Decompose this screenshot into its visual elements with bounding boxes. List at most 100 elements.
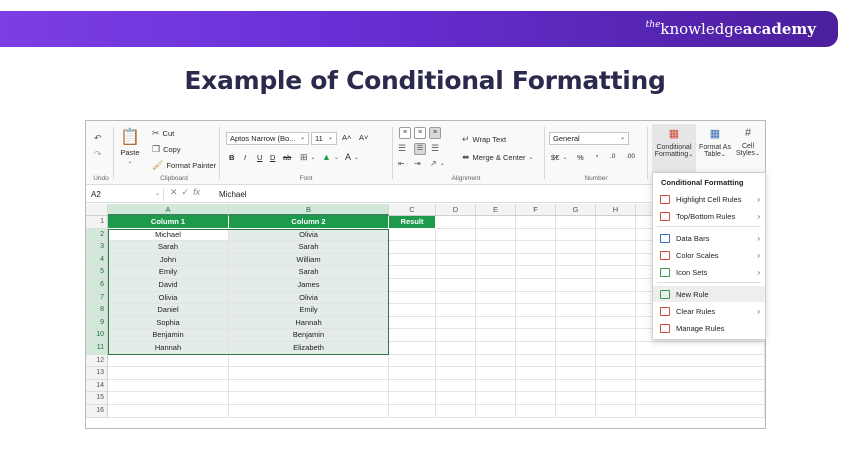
table-cell[interactable] xyxy=(476,342,516,355)
table-cell[interactable]: David xyxy=(108,279,229,292)
table-cell[interactable]: William xyxy=(229,253,389,267)
table-cell[interactable] xyxy=(389,367,436,380)
table-cell[interactable]: John xyxy=(108,253,229,267)
table-cell[interactable] xyxy=(556,241,596,254)
decrease-decimal-button[interactable]: .00 xyxy=(626,153,635,160)
table-cell[interactable] xyxy=(436,304,476,317)
table-cell[interactable] xyxy=(436,316,476,330)
table-cell[interactable] xyxy=(556,304,596,317)
table-cell[interactable] xyxy=(556,291,596,305)
align-right-icon[interactable]: ☰ xyxy=(431,143,439,154)
format-as-table-button[interactable]: ▦ Format As Table⌄ xyxy=(697,124,733,174)
currency-button[interactable]: $€ ⌄ xyxy=(551,153,567,162)
row-header[interactable]: 2 xyxy=(86,228,108,242)
table-cell[interactable] xyxy=(516,228,556,242)
table-cell[interactable] xyxy=(556,405,596,418)
align-left-icon[interactable]: ☰ xyxy=(398,143,406,154)
menu-item-data-bars[interactable]: Data Bars › xyxy=(653,230,765,246)
table-cell[interactable] xyxy=(389,405,436,418)
number-format-select[interactable]: General ⌄ xyxy=(549,132,629,145)
table-cell[interactable] xyxy=(229,405,389,418)
align-middle-icon[interactable]: ≡ xyxy=(414,127,426,139)
table-cell[interactable] xyxy=(389,379,436,393)
table-cell[interactable] xyxy=(596,253,636,267)
table-cell[interactable] xyxy=(596,266,636,279)
table-cell[interactable] xyxy=(436,354,476,368)
table-cell[interactable] xyxy=(229,367,389,380)
table-cell[interactable] xyxy=(636,392,765,405)
row-header[interactable]: 5 xyxy=(86,266,108,279)
column-header[interactable]: E xyxy=(476,204,516,216)
table-cell[interactable]: Hannah xyxy=(108,342,229,355)
table-cell[interactable] xyxy=(516,354,556,368)
table-cell[interactable] xyxy=(436,379,476,393)
menu-item-top-bottom-rules[interactable]: Top/Bottom Rules › xyxy=(653,208,765,224)
table-cell[interactable] xyxy=(556,379,596,393)
table-cell[interactable] xyxy=(476,279,516,292)
table-cell[interactable] xyxy=(596,329,636,342)
menu-item-new-rule[interactable]: New Rule xyxy=(653,286,765,302)
row-header[interactable]: 8 xyxy=(86,304,108,317)
table-cell[interactable] xyxy=(556,253,596,267)
row-header[interactable]: 13 xyxy=(86,367,108,380)
table-cell[interactable] xyxy=(108,392,229,405)
table-cell[interactable] xyxy=(556,342,596,355)
menu-item-manage-rules[interactable]: Manage Rules xyxy=(653,320,765,336)
table-cell[interactable] xyxy=(229,354,389,368)
table-cell[interactable] xyxy=(108,379,229,393)
table-cell[interactable] xyxy=(389,392,436,405)
header-cell[interactable] xyxy=(436,216,476,229)
table-cell[interactable]: Daniel xyxy=(108,304,229,317)
table-cell[interactable] xyxy=(556,367,596,380)
table-cell[interactable] xyxy=(476,405,516,418)
table-cell[interactable] xyxy=(596,354,636,368)
column-header[interactable]: F xyxy=(516,204,556,216)
table-cell[interactable] xyxy=(516,392,556,405)
table-cell[interactable] xyxy=(516,253,556,267)
table-cell[interactable]: James xyxy=(229,279,389,292)
merge-center-button[interactable]: ⬌ Merge & Center ⌄ xyxy=(462,152,534,163)
table-cell[interactable]: Michael xyxy=(108,228,229,242)
menu-item-clear-rules[interactable]: Clear Rules › xyxy=(653,303,765,319)
table-cell[interactable] xyxy=(108,354,229,368)
table-cell[interactable]: Olivia xyxy=(229,228,389,242)
table-cell[interactable]: Emily xyxy=(108,266,229,279)
select-all-corner[interactable] xyxy=(86,204,108,216)
italic-button[interactable]: I xyxy=(244,153,246,162)
header-cell[interactable]: Column 2 xyxy=(229,216,389,229)
menu-item-highlight-cell-rules[interactable]: Highlight Cell Rules › xyxy=(653,191,765,207)
table-cell[interactable] xyxy=(476,379,516,393)
row-header[interactable]: 14 xyxy=(86,379,108,393)
align-top-icon[interactable]: ≡ xyxy=(399,127,411,139)
table-cell[interactable] xyxy=(229,379,389,393)
table-cell[interactable] xyxy=(556,392,596,405)
format-painter-button[interactable]: 🖌 Format Painter xyxy=(152,160,216,171)
header-cell[interactable]: Result xyxy=(389,216,436,229)
table-cell[interactable] xyxy=(389,241,436,254)
menu-item-color-scales[interactable]: Color Scales › xyxy=(653,247,765,263)
row-header[interactable]: 10 xyxy=(86,329,108,342)
cell-styles-button[interactable]: # Cell Styles⌄ xyxy=(733,124,763,174)
table-cell[interactable] xyxy=(596,379,636,393)
table-cell[interactable] xyxy=(436,405,476,418)
row-header[interactable]: 3 xyxy=(86,241,108,254)
table-cell[interactable]: Olivia xyxy=(229,291,389,305)
table-cell[interactable] xyxy=(516,266,556,279)
name-box[interactable]: A2 ⌄ xyxy=(88,188,164,201)
table-cell[interactable]: Elizabeth xyxy=(229,342,389,355)
redo-icon[interactable]: ↷ xyxy=(94,149,102,160)
table-cell[interactable] xyxy=(476,291,516,305)
table-cell[interactable]: Benjamin xyxy=(108,329,229,342)
table-cell[interactable] xyxy=(436,228,476,242)
table-cell[interactable] xyxy=(556,329,596,342)
column-header[interactable]: C xyxy=(389,204,436,216)
table-cell[interactable] xyxy=(476,241,516,254)
table-cell[interactable]: Sarah xyxy=(229,266,389,279)
cancel-icon[interactable]: ✕ xyxy=(170,187,182,197)
borders-button[interactable]: ⊞ ⌄ xyxy=(300,152,316,163)
row-header[interactable]: 7 xyxy=(86,291,108,305)
header-cell[interactable]: Column 1 xyxy=(108,216,229,229)
decrease-indent-icon[interactable]: ⇤ xyxy=(398,159,405,168)
table-cell[interactable] xyxy=(556,316,596,330)
table-cell[interactable] xyxy=(596,279,636,292)
